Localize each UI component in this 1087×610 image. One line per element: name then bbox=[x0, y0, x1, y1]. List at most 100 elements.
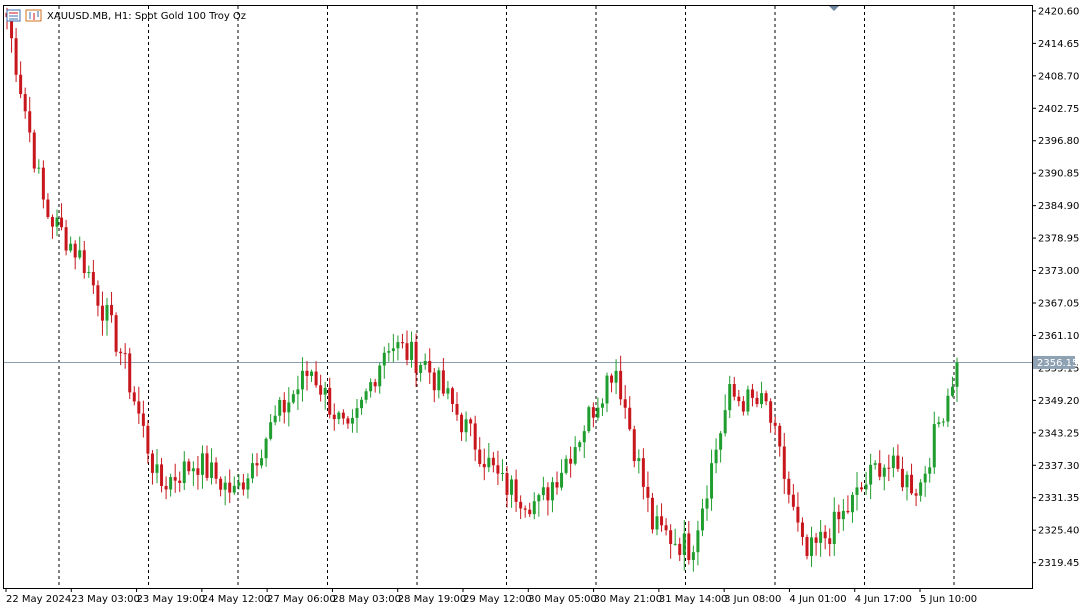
candle-body bbox=[473, 423, 477, 450]
candle-body bbox=[546, 487, 550, 501]
candle-body bbox=[469, 419, 473, 424]
candle-body bbox=[523, 508, 527, 510]
candle-body bbox=[373, 382, 377, 387]
candle-body bbox=[941, 421, 945, 423]
candle-body bbox=[382, 352, 386, 366]
candle-body bbox=[232, 485, 236, 493]
candle-body bbox=[55, 217, 59, 227]
y-tick-label: 2337.30 bbox=[1038, 461, 1079, 472]
candle-body bbox=[800, 522, 804, 537]
candle-body bbox=[14, 38, 18, 75]
candle-body bbox=[810, 537, 814, 556]
chart-window-icon-2[interactable] bbox=[25, 9, 42, 22]
y-tick-label: 2384.90 bbox=[1038, 201, 1079, 212]
candle-body bbox=[691, 552, 695, 560]
candle-body bbox=[764, 393, 768, 402]
candle-body bbox=[537, 495, 541, 502]
x-tick-label: 5 Jun 10:00 bbox=[920, 594, 977, 605]
plot-area[interactable] bbox=[3, 5, 1033, 589]
candle-body bbox=[919, 482, 923, 496]
candle-body bbox=[73, 243, 77, 258]
candle-body bbox=[428, 360, 432, 373]
candle bbox=[650, 492, 654, 534]
x-tick-label: 27 May 06:00 bbox=[267, 594, 336, 605]
x-tick-label: 4 Jun 01:00 bbox=[789, 594, 846, 605]
candle-body bbox=[569, 458, 573, 464]
candle-body bbox=[869, 464, 873, 485]
candle-body bbox=[482, 463, 486, 468]
candle-body bbox=[928, 467, 932, 474]
y-tick-label: 2390.85 bbox=[1038, 169, 1079, 180]
current-price-tag: 2356.15 bbox=[1033, 355, 1078, 369]
candle-body bbox=[678, 543, 682, 555]
chart-window-icon[interactable] bbox=[6, 9, 21, 22]
candle-body bbox=[96, 285, 100, 306]
candle-body bbox=[760, 393, 764, 405]
candle-body bbox=[110, 305, 114, 316]
candle-body bbox=[719, 433, 723, 450]
candle-body bbox=[173, 477, 177, 481]
candle-body bbox=[728, 384, 732, 411]
candle-body bbox=[632, 429, 636, 462]
candle-body bbox=[805, 536, 809, 556]
candle-body bbox=[105, 305, 109, 321]
candle-body bbox=[360, 399, 364, 409]
price-axis[interactable]: 2420.60 2414.65 2408.70 2402.75 2396.80 2390.… bbox=[1032, 6, 1079, 569]
candle-body bbox=[687, 533, 691, 560]
candle-body bbox=[405, 343, 409, 360]
candle-body bbox=[646, 486, 650, 498]
candle-body bbox=[228, 482, 232, 493]
x-tick-label: 4 Jun 17:00 bbox=[855, 594, 912, 605]
candle-body bbox=[41, 167, 45, 200]
candle-body bbox=[310, 371, 314, 376]
candle-body bbox=[178, 480, 182, 484]
candle-body bbox=[237, 482, 241, 486]
candle-body bbox=[450, 388, 454, 404]
candle bbox=[32, 129, 36, 173]
candle-body bbox=[914, 493, 918, 496]
candle-body bbox=[814, 537, 818, 543]
candle-body bbox=[164, 485, 168, 490]
candle-body bbox=[910, 474, 914, 494]
candle-body bbox=[669, 530, 673, 544]
x-tick-label: 29 May 12:00 bbox=[463, 594, 532, 605]
x-tick-label: 3 Jun 08:00 bbox=[724, 594, 781, 605]
candle-body bbox=[600, 403, 604, 408]
candle-body bbox=[878, 463, 882, 477]
candle-body bbox=[182, 461, 186, 484]
candle-body bbox=[846, 510, 850, 513]
candle-body bbox=[755, 397, 759, 405]
candle-body bbox=[587, 407, 591, 432]
candle-body bbox=[700, 508, 704, 531]
candle-body bbox=[319, 385, 323, 395]
candle-body bbox=[514, 479, 518, 502]
candle-body bbox=[750, 389, 754, 398]
candle-body bbox=[937, 422, 941, 425]
candle-body bbox=[214, 462, 218, 479]
candle-body bbox=[628, 407, 632, 430]
candle bbox=[587, 405, 591, 434]
candle-body bbox=[219, 478, 223, 490]
x-tick-label: 28 May 03:00 bbox=[332, 594, 401, 605]
candle-body bbox=[796, 506, 800, 523]
candle-body bbox=[300, 370, 304, 390]
candle-body bbox=[500, 473, 504, 475]
candle-body bbox=[160, 464, 164, 486]
candle-body bbox=[455, 403, 459, 415]
candle-body bbox=[46, 199, 50, 217]
price-chart[interactable]: XAUUSD.MB, H1: Spot Gold 100 Troy Oz 242… bbox=[0, 0, 1087, 610]
candle-body bbox=[732, 384, 736, 397]
candle-body bbox=[187, 461, 191, 472]
candle-body bbox=[832, 511, 836, 544]
candle-body bbox=[841, 510, 845, 520]
candle-body bbox=[905, 474, 909, 488]
time-axis[interactable]: 22 May 2024 23 May 03:0023 May 19:0024 Ma… bbox=[5, 588, 977, 605]
candle-body bbox=[296, 389, 300, 395]
y-tick-label: 2367.05 bbox=[1038, 299, 1079, 310]
candle-body bbox=[637, 458, 641, 462]
candle-body bbox=[255, 463, 259, 466]
y-tick-label: 2378.95 bbox=[1038, 234, 1079, 245]
candle-body bbox=[737, 396, 741, 402]
candle-body bbox=[891, 455, 895, 469]
x-tick-label: 31 May 14:00 bbox=[659, 594, 728, 605]
